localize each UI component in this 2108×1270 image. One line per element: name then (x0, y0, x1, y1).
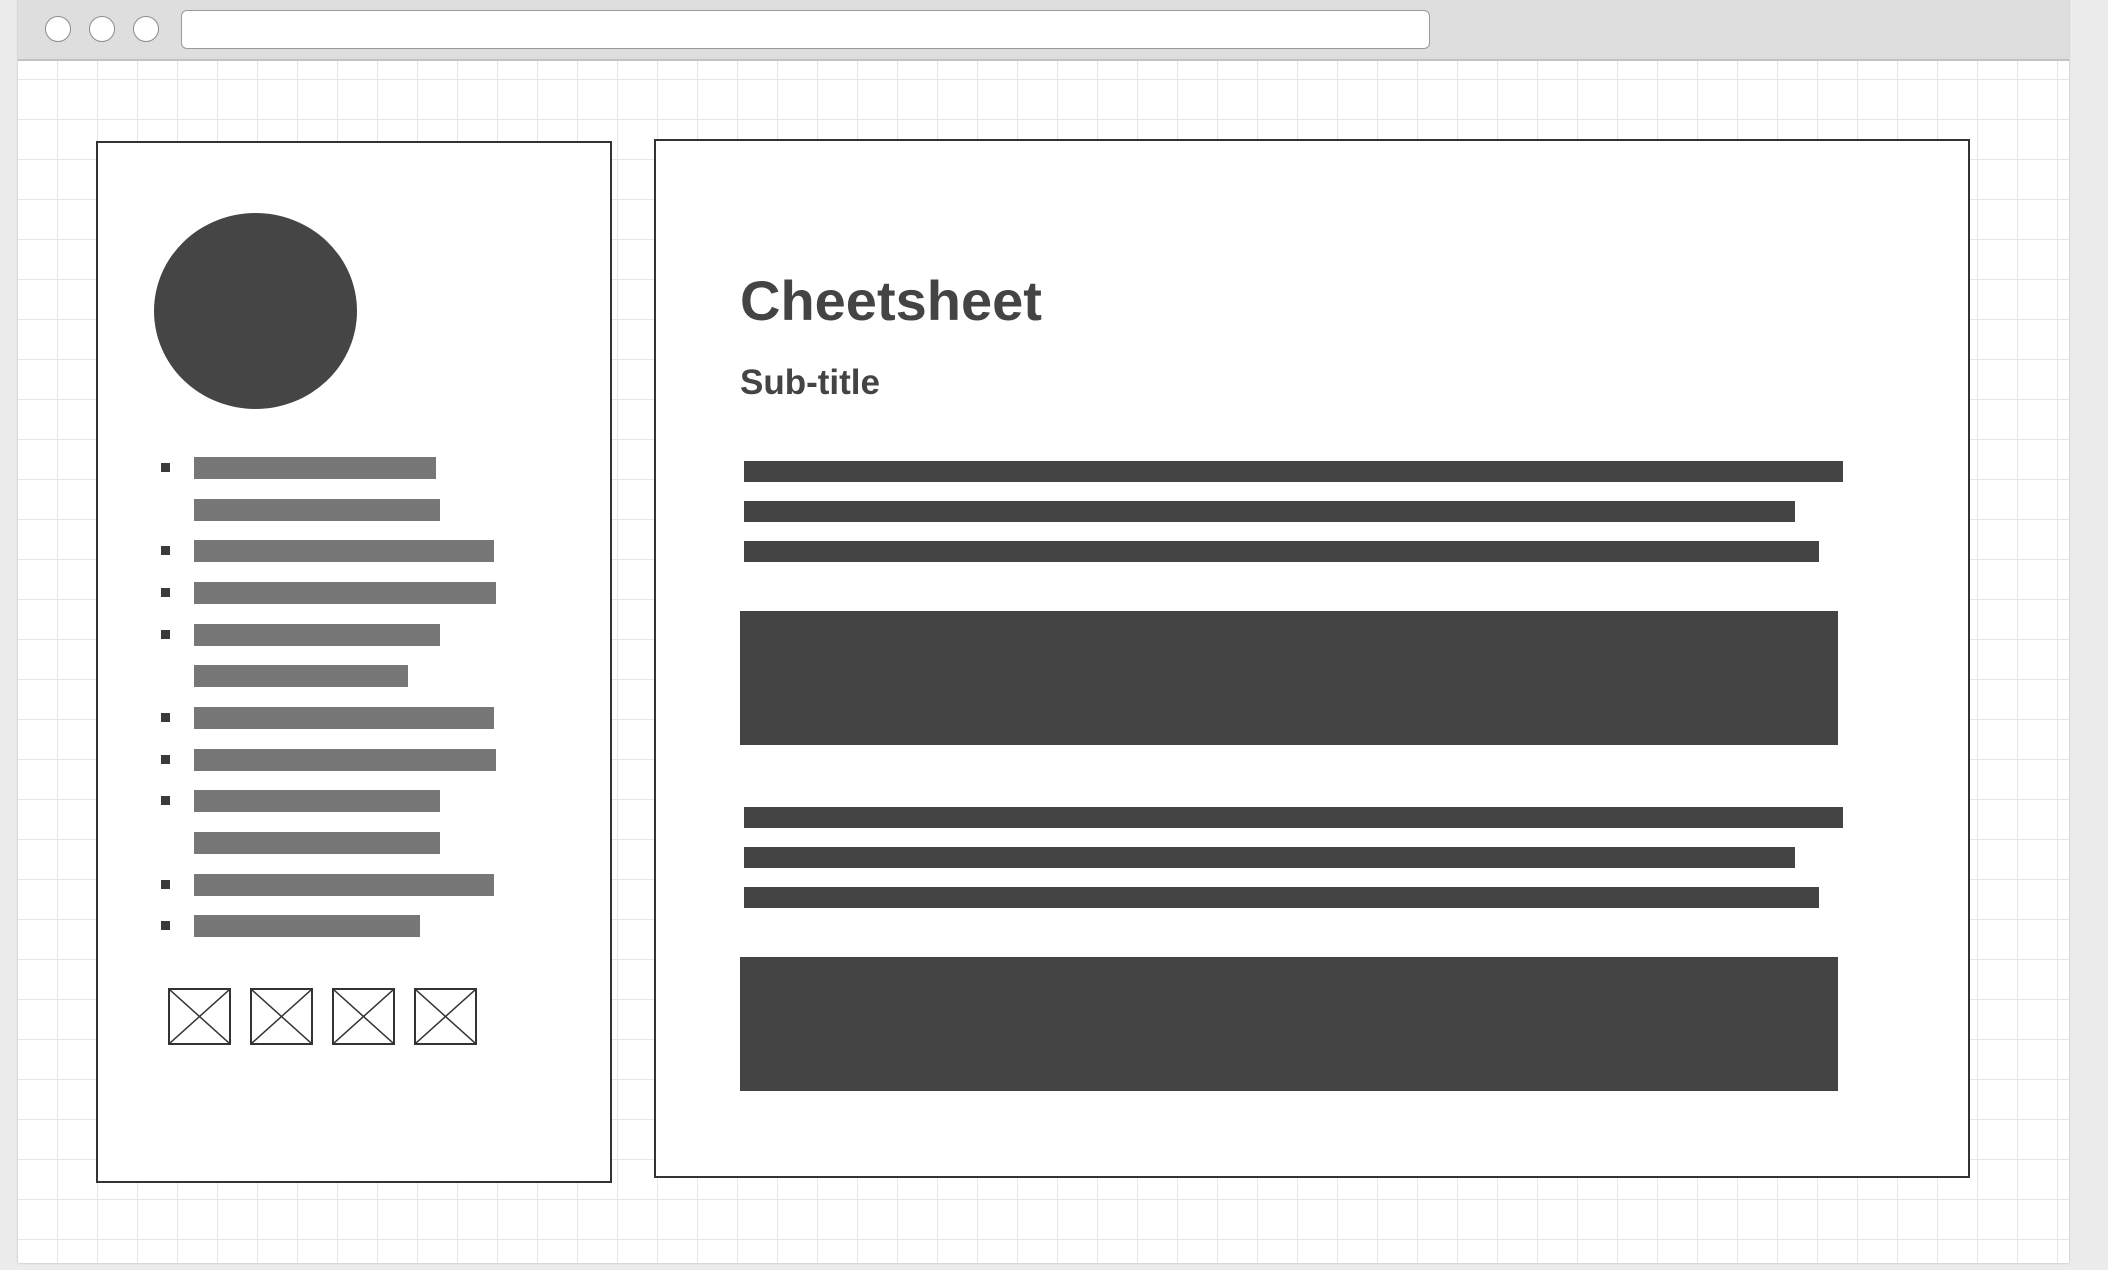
sidebar-nav-item[interactable] (98, 832, 578, 854)
window-minimize-button[interactable] (89, 16, 115, 42)
bullet-icon (161, 588, 170, 597)
nav-text-placeholder (194, 582, 496, 604)
nav-text-placeholder (194, 707, 494, 729)
sidebar-nav-item[interactable] (98, 790, 578, 812)
sidebar-nav-item[interactable] (98, 499, 578, 521)
text-line-placeholder (744, 847, 1795, 868)
sidebar-nav-item[interactable] (98, 457, 578, 479)
bullet-icon (161, 546, 170, 555)
text-line-placeholder (744, 541, 1819, 562)
browser-titlebar (18, 0, 2069, 61)
nav-text-placeholder (194, 749, 496, 771)
sidebar-nav-item[interactable] (98, 540, 578, 562)
content-block (740, 611, 1838, 745)
bullet-icon (161, 630, 170, 639)
sidebar-nav-item[interactable] (98, 582, 578, 604)
window-maximize-button[interactable] (133, 16, 159, 42)
page-title: Cheetsheet (740, 269, 1042, 332)
bullet-icon (161, 921, 170, 930)
nav-text-placeholder (194, 624, 440, 646)
bullet-icon (161, 755, 170, 764)
text-line-placeholder (744, 887, 1819, 908)
image-placeholder-icon[interactable] (414, 988, 477, 1045)
nav-text-placeholder (194, 790, 440, 812)
image-placeholder-icon[interactable] (250, 988, 313, 1045)
sidebar-nav-item[interactable] (98, 707, 578, 729)
image-placeholder-icon[interactable] (332, 988, 395, 1045)
nav-text-placeholder (194, 540, 494, 562)
bullet-icon (161, 463, 170, 472)
window-close-button[interactable] (45, 16, 71, 42)
nav-text-placeholder (194, 457, 436, 479)
content-block (740, 957, 1838, 1091)
nav-text-placeholder (194, 665, 408, 687)
sidebar-nav-item[interactable] (98, 915, 578, 937)
text-line-placeholder (744, 807, 1843, 828)
page-subtitle: Sub-title (740, 363, 880, 402)
nav-text-placeholder (194, 832, 440, 854)
image-placeholder-icon[interactable] (168, 988, 231, 1045)
sidebar-nav-item[interactable] (98, 749, 578, 771)
nav-text-placeholder (194, 499, 440, 521)
sidebar-nav-item[interactable] (98, 874, 578, 896)
address-bar[interactable] (181, 10, 1430, 49)
bullet-icon (161, 713, 170, 722)
browser-window: Cheetsheet Sub-title (18, 0, 2069, 1263)
bullet-icon (161, 796, 170, 805)
sidebar-panel (96, 141, 612, 1183)
main-content-panel: Cheetsheet Sub-title (654, 139, 1970, 1178)
nav-text-placeholder (194, 915, 420, 937)
sidebar-nav-item[interactable] (98, 624, 578, 646)
sidebar-nav-item[interactable] (98, 665, 578, 687)
text-line-placeholder (744, 501, 1795, 522)
nav-text-placeholder (194, 874, 494, 896)
text-line-placeholder (744, 461, 1843, 482)
bullet-icon (161, 880, 170, 889)
